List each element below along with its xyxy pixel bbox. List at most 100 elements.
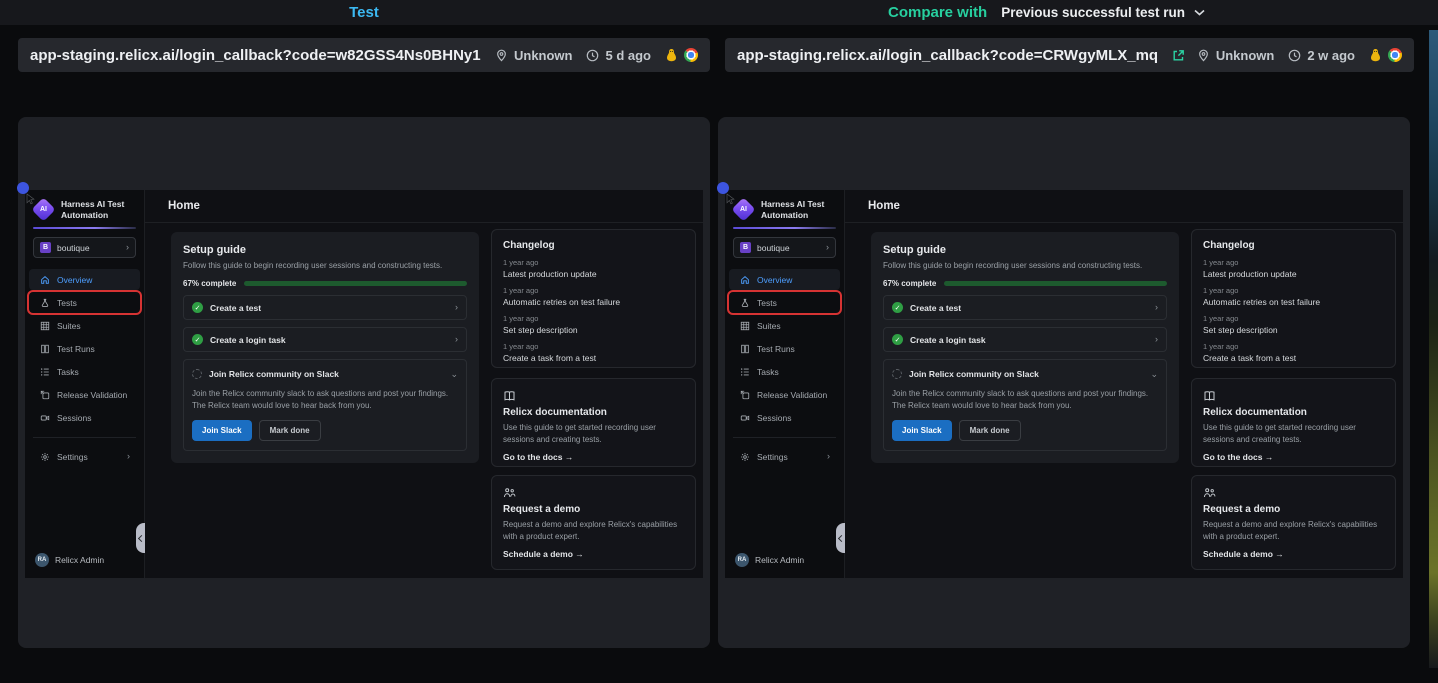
changelog-entry: 1 year ago Automatic retries on test fai… [503, 286, 684, 307]
compare-url-bar[interactable]: app-staging.relicx.ai/login_callback?cod… [725, 38, 1414, 72]
clock-icon [586, 49, 599, 62]
sidebar-item-sessions[interactable]: Sessions [729, 407, 840, 428]
request-demo-description: Request a demo and explore Relicx's capa… [503, 519, 684, 542]
request-demo-title: Request a demo [503, 504, 684, 515]
chevron-right-icon: › [827, 452, 830, 461]
chevron-right-icon: › [1155, 303, 1158, 312]
sidebar-divider [733, 437, 836, 438]
changelog-card: Changelog 1 year ago Latest production u… [1191, 229, 1396, 368]
task-create-a-login-task[interactable]: ✓ Create a login task › [183, 327, 467, 352]
task-create-a-test[interactable]: ✓ Create a test › [883, 295, 1167, 320]
sidebar-nav: Overview Tests Suites Test Runs [725, 268, 844, 429]
sidebar-item-tasks[interactable]: Tasks [729, 361, 840, 382]
request-demo-card: Request a demo Request a demo and explor… [491, 475, 696, 570]
page-body: Setup guide Follow this guide to begin r… [845, 223, 1403, 578]
sidebar-item-tests[interactable]: Tests [729, 292, 840, 313]
task-join-slack: Join Relicx community on Slack ⌄ Join th… [883, 359, 1167, 451]
app-brand-text: Harness AI Test Automation [61, 199, 124, 220]
chevron-right-icon: › [826, 243, 829, 252]
compare-header-bar: Test Compare with Previous successful te… [0, 0, 1438, 25]
documentation-description: Use this guide to get started recording … [503, 422, 684, 445]
sidebar-item-overview[interactable]: Overview [29, 269, 140, 290]
sidebar-item-settings[interactable]: Settings › [29, 446, 140, 467]
sidebar-item-tasks[interactable]: Tasks [29, 361, 140, 382]
sidebar-item-overview[interactable]: Overview [729, 269, 840, 290]
sidebar-collapse-handle[interactable] [136, 523, 145, 553]
compare-url-meta: Unknown 2 w ago [1172, 48, 1402, 63]
home-icon [39, 275, 50, 285]
location-pin-icon [1197, 49, 1210, 62]
app-sidebar: AI Harness AI Test Automation B boutique… [725, 190, 845, 578]
sidebar-item-release-validation[interactable]: Release Validation [729, 384, 840, 405]
progress-bar [244, 281, 467, 286]
sidebar-item-tests[interactable]: Tests [29, 292, 140, 313]
check-icon: ✓ [892, 302, 903, 313]
sidebar-item-sessions[interactable]: Sessions [29, 407, 140, 428]
test-url-meta: Unknown 5 d ago [495, 48, 698, 63]
adjacent-screenshot-edge [1429, 30, 1438, 668]
sidebar-item-suites[interactable]: Suites [729, 315, 840, 336]
people-icon [503, 487, 516, 499]
changelog-entry: 1 year ago Latest production update [1203, 258, 1384, 279]
test-panel-title: Test [18, 0, 710, 25]
test-url-bar[interactable]: app-staging.relicx.ai/login_callback?cod… [18, 38, 710, 72]
page-header: Home [145, 190, 703, 223]
task-join-slack-header[interactable]: Join Relicx community on Slack ⌄ [892, 367, 1158, 381]
brand-accent-divider [733, 227, 836, 229]
flask-icon [39, 298, 50, 308]
release-icon [739, 390, 750, 400]
compare-target-dropdown[interactable]: Previous successful test run [1001, 5, 1205, 20]
mark-done-button[interactable]: Mark done [259, 420, 321, 441]
progress-bar [944, 281, 1167, 286]
sidebar-item-release-validation[interactable]: Release Validation [29, 384, 140, 405]
linux-icon [665, 48, 678, 62]
user-row[interactable]: RA Relicx Admin [725, 553, 844, 578]
sidebar-item-test-runs[interactable]: Test Runs [729, 338, 840, 359]
request-demo-title: Request a demo [1203, 504, 1384, 515]
chevron-down-icon [1194, 9, 1205, 16]
schedule-demo-link[interactable]: Schedule a demo → [503, 549, 684, 559]
join-slack-button[interactable]: Join Slack [892, 420, 952, 441]
chevron-right-icon: › [1155, 335, 1158, 344]
changelog-title: Changelog [1203, 240, 1384, 251]
video-icon [39, 413, 50, 423]
join-slack-button[interactable]: Join Slack [192, 420, 252, 441]
go-to-docs-link[interactable]: Go to the docs → [1203, 452, 1384, 462]
gear-icon [739, 452, 750, 462]
sidebar-item-suites[interactable]: Suites [29, 315, 140, 336]
page-title: Home [868, 200, 900, 212]
compare-target-value: Previous successful test run [1001, 5, 1185, 20]
schedule-demo-link[interactable]: Schedule a demo → [1203, 549, 1384, 559]
task-create-a-test[interactable]: ✓ Create a test › [183, 295, 467, 320]
user-row[interactable]: RA Relicx Admin [25, 553, 144, 578]
sidebar-divider [33, 437, 136, 438]
pending-circle-icon [192, 369, 202, 379]
sidebar-item-test-runs[interactable]: Test Runs [29, 338, 140, 359]
check-icon: ✓ [192, 302, 203, 313]
check-icon: ✓ [892, 334, 903, 345]
right-column: Changelog 1 year ago Latest production u… [491, 229, 696, 570]
task-join-slack-header[interactable]: Join Relicx community on Slack ⌄ [192, 367, 458, 381]
progress-label: 67% complete [183, 279, 236, 288]
go-to-docs-link[interactable]: Go to the docs → [503, 452, 684, 462]
gear-icon [39, 452, 50, 462]
list-icon [39, 367, 50, 377]
mark-done-button[interactable]: Mark done [959, 420, 1021, 441]
external-link-icon[interactable] [1172, 49, 1185, 62]
sidebar-collapse-handle[interactable] [836, 523, 845, 553]
compare-url-text: app-staging.relicx.ai/login_callback?cod… [737, 47, 1158, 64]
changelog-entry: 1 year ago Latest production update [503, 258, 684, 279]
sidebar-item-settings[interactable]: Settings › [729, 446, 840, 467]
app-main: Home Setup guide Follow this guide to be… [845, 190, 1403, 578]
project-name: boutique [757, 243, 820, 253]
project-selector[interactable]: B boutique › [733, 237, 836, 258]
project-selector[interactable]: B boutique › [33, 237, 136, 258]
task-create-a-login-task[interactable]: ✓ Create a login task › [883, 327, 1167, 352]
task-join-slack-description: Join the Relicx community slack to ask q… [892, 388, 1158, 411]
sidebar-spacer [25, 467, 144, 553]
columns-icon [39, 344, 50, 354]
chevron-right-icon: › [455, 303, 458, 312]
test-age-value: 5 d ago [605, 48, 651, 63]
chrome-icon [1388, 48, 1402, 62]
sidebar-spacer [725, 467, 844, 553]
